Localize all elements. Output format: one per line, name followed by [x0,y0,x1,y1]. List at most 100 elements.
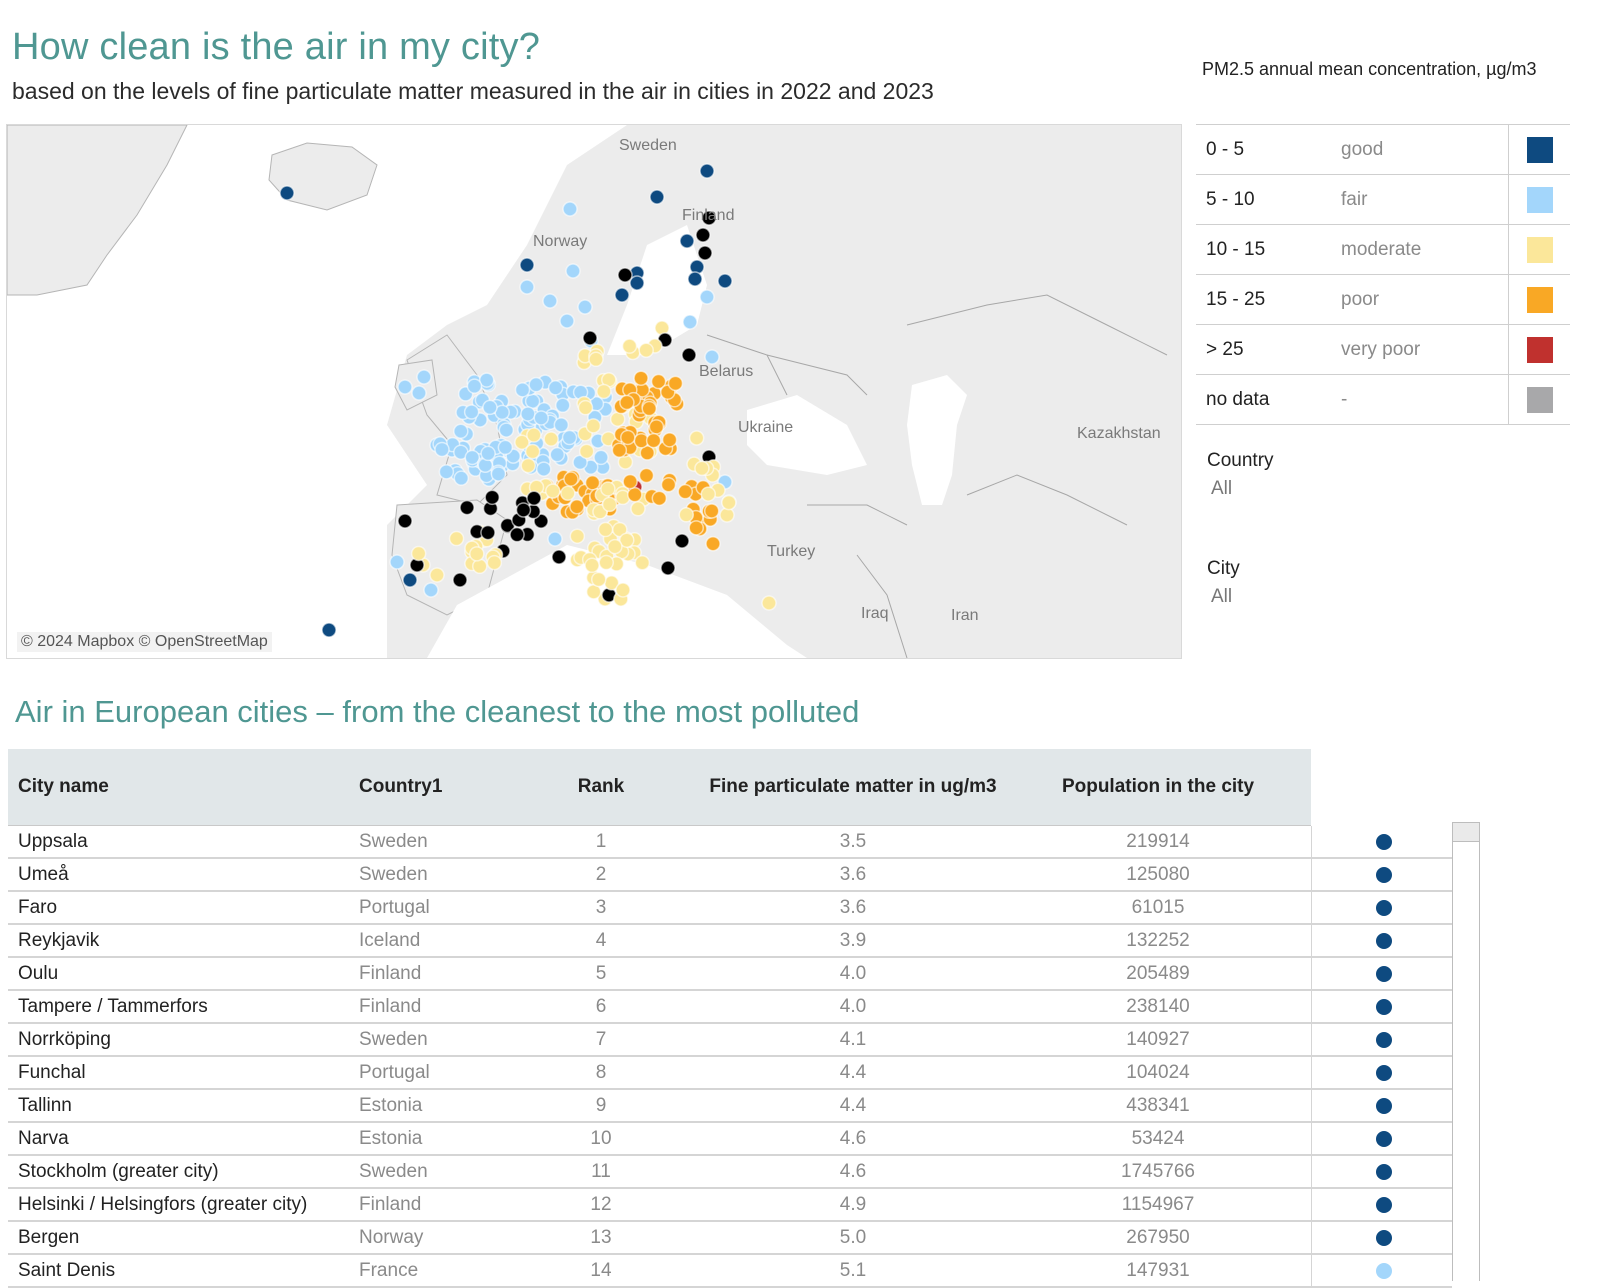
city-marker-moderate[interactable] [630,501,646,517]
city-marker-poor[interactable] [648,419,665,435]
city-marker-fair[interactable] [480,445,496,462]
city-marker-fair[interactable] [416,369,432,385]
city-marker-fair[interactable] [682,314,698,330]
city-marker-moderate[interactable] [584,557,600,574]
scrollbar-thumb[interactable] [1453,823,1479,842]
city-marker-fair[interactable] [514,382,531,398]
city-marker-poor[interactable] [569,498,585,515]
city-marker-poor[interactable] [638,467,655,484]
city-marker-poor[interactable] [641,400,657,417]
city-marker-fair[interactable] [553,417,570,433]
table-scrollbar[interactable] [1452,822,1480,1281]
city-marker-moderate[interactable] [678,507,695,523]
map-attribution[interactable]: © 2024 Mapbox © OpenStreetMap [17,632,272,652]
air-quality-map[interactable]: Sweden Finland Norway Belarus Ukraine Ka… [6,124,1182,659]
legend-item-no-data[interactable]: no data - [1196,375,1570,425]
table-row[interactable]: Funchal Portugal 8 4.4 104024 [8,1057,1452,1090]
table-row[interactable]: Umeå Sweden 2 3.6 125080 [8,859,1452,892]
city-marker-moderate[interactable] [688,430,705,446]
table-row[interactable]: Saint Denis France 14 5.1 147931 [8,1255,1452,1288]
table-row[interactable]: Oulu Finland 5 4.0 205489 [8,958,1452,991]
city-marker-fair[interactable] [549,446,566,463]
table-row[interactable]: Reykjavik Iceland 4 3.9 132252 [8,925,1452,958]
city-marker-fair[interactable] [389,554,405,570]
city-marker-poor[interactable] [619,394,635,411]
city-marker-fair[interactable] [453,470,470,486]
city-marker-moderate[interactable] [526,427,542,443]
city-marker-fair[interactable] [397,379,413,395]
city-marker-poor[interactable] [703,503,720,519]
column-header-country[interactable]: Country1 [359,776,442,798]
city-marker-fair[interactable] [536,461,552,477]
city-marker-good[interactable] [279,185,295,201]
city-marker-fair[interactable] [528,376,544,393]
city-marker-no-data[interactable] [459,499,475,516]
table-row[interactable]: Uppsala Sweden 1 3.5 219914 [8,826,1452,859]
city-marker-moderate[interactable] [585,418,602,434]
city-marker-poor[interactable] [705,535,721,552]
city-marker-no-data[interactable] [695,227,711,243]
city-marker-fair[interactable] [577,299,593,315]
city-marker-fair[interactable] [565,263,581,279]
legend-item-fair[interactable]: 5 - 10 fair [1196,175,1570,225]
city-marker-fair[interactable] [561,429,578,446]
city-marker-no-data[interactable] [582,330,598,346]
city-marker-moderate[interactable] [700,486,717,502]
city-marker-no-data[interactable] [674,533,690,549]
country-filter-value[interactable]: All [1211,478,1274,500]
city-marker-moderate[interactable] [601,496,618,513]
city-marker-poor[interactable] [584,475,601,491]
city-marker-no-data[interactable] [617,267,633,283]
country-filter[interactable]: Country All [1207,450,1274,500]
city-marker-good[interactable] [687,271,703,287]
city-marker-fair[interactable] [466,378,483,394]
city-marker-poor[interactable] [660,476,677,493]
city-marker-fair[interactable] [498,422,515,438]
city-marker-moderate[interactable] [577,399,594,416]
city-marker-no-data[interactable] [515,502,532,518]
city-marker-fair[interactable] [423,582,439,598]
city-marker-fair[interactable] [497,439,514,456]
table-row[interactable]: Helsinki / Helsingfors (greater city) Fi… [8,1189,1452,1222]
city-marker-poor[interactable] [661,432,678,448]
city-marker-fair[interactable] [533,410,549,426]
city-marker-good[interactable] [519,257,535,273]
city-marker-moderate[interactable] [486,554,503,571]
city-marker-no-data[interactable] [484,489,500,506]
city-marker-poor[interactable] [651,490,668,507]
city-marker-poor[interactable] [627,486,643,503]
legend-item-good[interactable]: 0 - 5 good [1196,125,1570,175]
city-marker-poor[interactable] [688,520,704,536]
city-marker-moderate[interactable] [429,567,445,583]
city-marker-fair[interactable] [453,423,469,439]
city-marker-moderate[interactable] [471,558,488,575]
table-row[interactable]: Tallinn Estonia 9 4.4 438341 [8,1090,1452,1123]
city-marker-fair[interactable] [547,380,564,396]
table-row[interactable]: Faro Portugal 3 3.6 61015 [8,892,1452,925]
table-row[interactable]: Bergen Norway 13 5.0 267950 [8,1222,1452,1255]
city-marker-moderate[interactable] [410,545,427,562]
city-marker-good[interactable] [321,622,337,638]
city-marker-moderate[interactable] [569,528,586,544]
city-marker-moderate[interactable] [621,338,638,354]
city-marker-moderate[interactable] [600,481,616,497]
city-marker-poor[interactable] [622,473,638,490]
city-marker-poor[interactable] [620,429,636,446]
city-marker-fair[interactable] [519,279,535,295]
column-header-rank[interactable]: Rank [556,776,646,798]
city-marker-fair[interactable] [699,289,715,305]
city-marker-moderate[interactable] [520,457,537,474]
city-marker-good[interactable] [649,189,665,205]
city-marker-fair[interactable] [562,201,578,217]
city-marker-moderate[interactable] [721,494,737,511]
city-marker-fair[interactable] [482,399,498,416]
city-marker-good[interactable] [699,163,715,179]
city-marker-moderate[interactable] [761,595,777,611]
city-marker-moderate[interactable] [588,351,604,368]
city-marker-moderate[interactable] [634,555,651,571]
city-marker-fair[interactable] [438,464,455,480]
city-marker-fair[interactable] [463,404,480,420]
city-marker-poor[interactable] [667,375,684,392]
city-marker-moderate[interactable] [597,521,614,538]
city-marker-poor[interactable] [563,471,579,487]
